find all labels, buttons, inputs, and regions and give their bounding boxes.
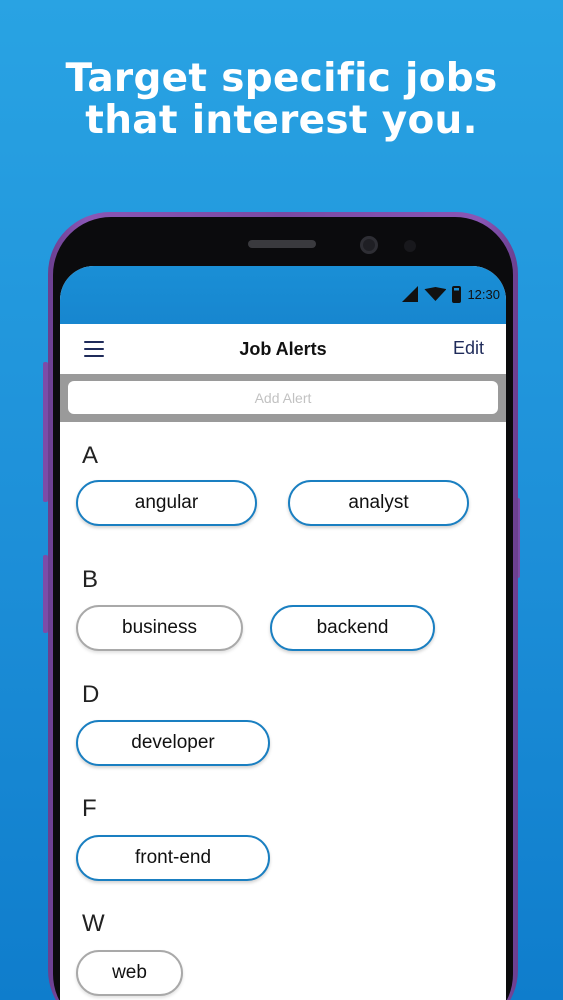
section-letter-b: B: [82, 566, 99, 593]
section-letter-d: D: [82, 681, 100, 708]
edit-button[interactable]: Edit: [453, 338, 484, 359]
alert-chip-developer[interactable]: developer: [76, 720, 270, 766]
headline: Target specific jobs that interest you.: [0, 58, 563, 142]
section-letter-f: F: [82, 795, 97, 822]
status-bar: 12:30: [60, 266, 506, 324]
signal-icon: [402, 286, 419, 302]
alert-chip-analyst[interactable]: analyst: [288, 480, 469, 526]
alert-chip-angular[interactable]: angular: [76, 480, 257, 526]
alert-chip-front-end[interactable]: front-end: [76, 835, 270, 881]
status-icons: 12:30: [402, 284, 500, 304]
alert-chip-backend[interactable]: backend: [270, 605, 435, 651]
add-alert-input[interactable]: [68, 381, 498, 414]
headline-line-1: Target specific jobs: [65, 56, 498, 101]
section-letter-a: A: [82, 442, 99, 469]
page-title: Job Alerts: [239, 339, 327, 359]
phone-speaker: [248, 240, 316, 248]
section-letter-w: W: [82, 910, 105, 937]
phone-screen: 12:30 Job Alerts Edit A angular analyst …: [60, 266, 506, 1000]
status-time: 12:30: [467, 286, 500, 302]
proximity-sensor: [404, 240, 416, 252]
battery-icon: [452, 285, 462, 303]
alert-chip-business[interactable]: business: [76, 605, 243, 651]
alert-chip-web[interactable]: web: [76, 950, 183, 996]
add-alert-bar: [60, 374, 506, 422]
headline-line-2: that interest you.: [85, 98, 478, 143]
wifi-icon: [424, 287, 447, 301]
front-camera-icon: [360, 236, 378, 254]
app-bar: Job Alerts Edit: [60, 324, 506, 374]
